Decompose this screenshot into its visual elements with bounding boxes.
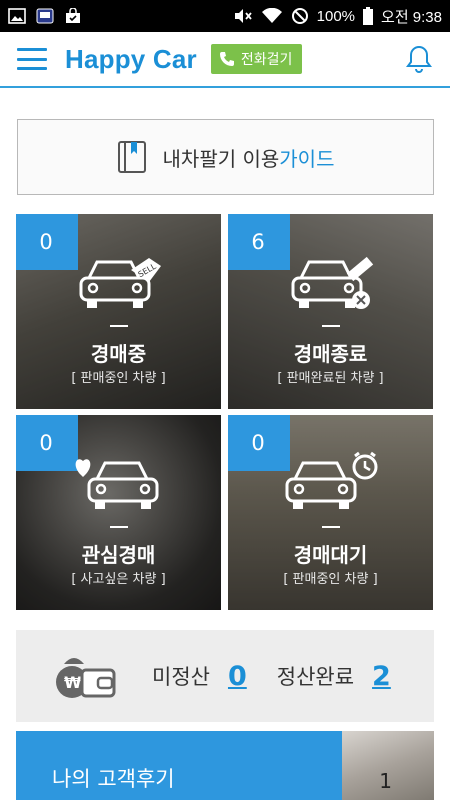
tile-subtitle: [ 판매완료된 차량 ] [277, 371, 384, 386]
brand-logo[interactable]: Happy Car [65, 44, 197, 75]
unsettled-count[interactable]: 0 [228, 661, 247, 692]
call-button[interactable]: 전화걸기 [210, 44, 303, 74]
settled-label: 정산완료 [276, 665, 355, 689]
wifi-icon [261, 8, 282, 23]
usage-guide-button[interactable]: 내차팔기 이용가이드 [17, 119, 434, 195]
review-title: 나의 고객후기 [52, 767, 175, 791]
tile-title: 경매대기 [293, 543, 368, 567]
tile-watchlist-auction[interactable]: 0 관심경매 [ 사고싶은 차량 ] [16, 415, 221, 610]
tile-auction-pending[interactable]: 0 경매대기 [ 판매중인 차량 ] [228, 415, 433, 610]
tile-subtitle: [ 판매중인 차량 ] [71, 371, 166, 386]
battery-percent: 100% [316, 7, 356, 25]
guide-label: 내차팔기 이용가이드 [162, 146, 335, 171]
call-button-label: 전화걸기 [240, 52, 293, 68]
clock: 오전 9:38 [381, 8, 442, 26]
tile-title: 경매종료 [293, 342, 368, 366]
unsettled-label: 미정산 [152, 665, 210, 689]
guide-book-icon [117, 141, 146, 173]
review-count: 1 [379, 769, 392, 793]
car-alarm-icon [285, 451, 377, 509]
car-heart-icon [75, 459, 158, 509]
app-header: Happy Car 전화걸기 [0, 32, 450, 88]
my-reviews-banner[interactable]: 나의 고객후기 1 [16, 731, 434, 800]
settlement-panel: ₩ 미정산 0 정산완료 2 [16, 630, 434, 722]
tile-subtitle: [ 사고싶은 차량 ] [71, 572, 166, 587]
status-bar: 100% 오전 9:38 [0, 0, 450, 32]
car-sell-icon: SELL [79, 258, 161, 308]
wallet-money-icon: ₩ [56, 658, 116, 698]
tile-auction-in-progress[interactable]: 0 SELL 경매중 [ 판매중인 차량 ] [16, 214, 221, 409]
app-notification-icon [36, 8, 54, 24]
phone-icon [219, 52, 234, 66]
mute-icon [234, 9, 252, 23]
tile-title: 경매중 [90, 342, 147, 366]
svg-text:₩: ₩ [64, 673, 82, 692]
gallery-icon [8, 8, 26, 24]
hamburger-menu-icon[interactable] [17, 48, 47, 70]
tile-subtitle: [ 판매중인 차량 ] [283, 572, 378, 587]
battery-icon [363, 7, 374, 25]
tile-title: 관심경매 [81, 543, 156, 567]
bell-icon[interactable] [404, 44, 434, 74]
car-gavel-icon [291, 256, 373, 309]
settled-count[interactable]: 2 [372, 661, 391, 692]
tile-auction-ended[interactable]: 6 경매종료 [ 판매완료된 차량 ] [228, 214, 433, 409]
no-sim-icon [291, 8, 308, 24]
bag-check-icon [66, 8, 80, 23]
